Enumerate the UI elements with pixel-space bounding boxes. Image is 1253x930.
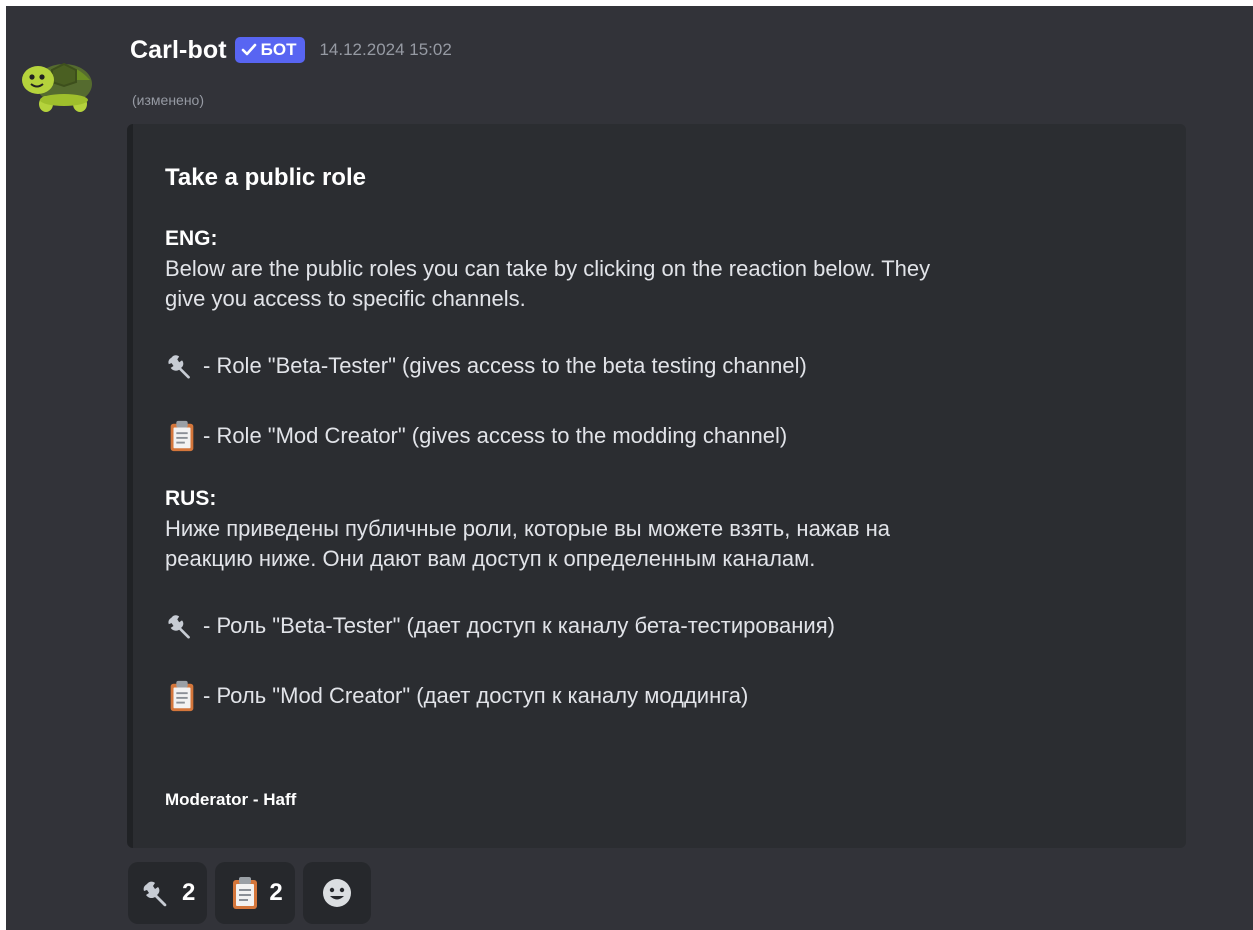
turtle-avatar[interactable] — [18, 46, 98, 118]
embed-title: Take a public role — [165, 164, 366, 191]
add-reaction-icon — [322, 879, 351, 907]
clipboard-icon — [233, 877, 258, 909]
wrench-icon — [168, 355, 190, 379]
bot-badge: БОТ — [234, 37, 306, 63]
message-timestamp[interactable]: 14.12.2024 15:02 — [319, 40, 451, 60]
reaction-count: 2 — [269, 879, 283, 906]
clipboard-icon — [170, 420, 194, 452]
eng-role-beta-tester: - Role "Beta-Tester" (gives access to th… — [165, 344, 1165, 388]
wrench-icon — [168, 615, 190, 639]
chat-message-area: Carl-bot БОТ 14.12.2024 15:02 (изменено)… — [6, 6, 1253, 930]
rus-role-beta-tester: - Роль "Beta-Tester" (дает доступ к кана… — [165, 604, 1165, 648]
eng-text-line-2: give you access to specific channels. — [165, 286, 526, 311]
wrench-icon — [143, 881, 167, 907]
eng-role-2-text: - Role "Mod Creator" (gives access to th… — [203, 423, 788, 448]
check-icon — [241, 43, 256, 56]
author-name[interactable]: Carl-bot — [130, 36, 227, 65]
rus-text-line-1: Ниже приведены публичные роли, которые в… — [165, 516, 890, 541]
eng-heading: ENG: — [165, 227, 218, 250]
message-embed: Take a public role ENG: Below are the pu… — [127, 124, 1186, 848]
rus-role-2-text: - Роль "Mod Creator" (дает доступ к кана… — [203, 683, 749, 708]
reaction-count: 2 — [182, 879, 196, 906]
reaction-clipboard[interactable]: 2 — [215, 862, 295, 924]
add-reaction-button[interactable] — [302, 862, 371, 924]
message-header: Carl-bot БОТ 14.12.2024 15:02 — [130, 30, 452, 70]
embed-footer: Moderator - Haff — [165, 790, 297, 809]
reactions-bar: 2 2 — [128, 862, 371, 924]
rus-heading: RUS: — [165, 487, 217, 510]
embed-description: ENG: Below are the public roles you can … — [165, 224, 1165, 718]
eng-text-line-1: Below are the public roles you can take … — [165, 256, 931, 281]
clipboard-icon — [170, 680, 194, 712]
bot-badge-label: БОТ — [260, 40, 297, 59]
rus-text-line-2: реакцию ниже. Они дают вам доступ к опре… — [165, 546, 816, 571]
rus-role-1-text: - Роль "Beta-Tester" (дает доступ к кана… — [203, 613, 835, 638]
edited-label: (изменено) — [132, 92, 205, 108]
eng-role-mod-creator: - Role "Mod Creator" (gives access to th… — [165, 414, 1165, 458]
eng-role-1-text: - Role "Beta-Tester" (gives access to th… — [203, 353, 807, 378]
reaction-wrench[interactable]: 2 — [128, 862, 208, 924]
rus-role-mod-creator: - Роль "Mod Creator" (дает доступ к кана… — [165, 674, 1165, 718]
